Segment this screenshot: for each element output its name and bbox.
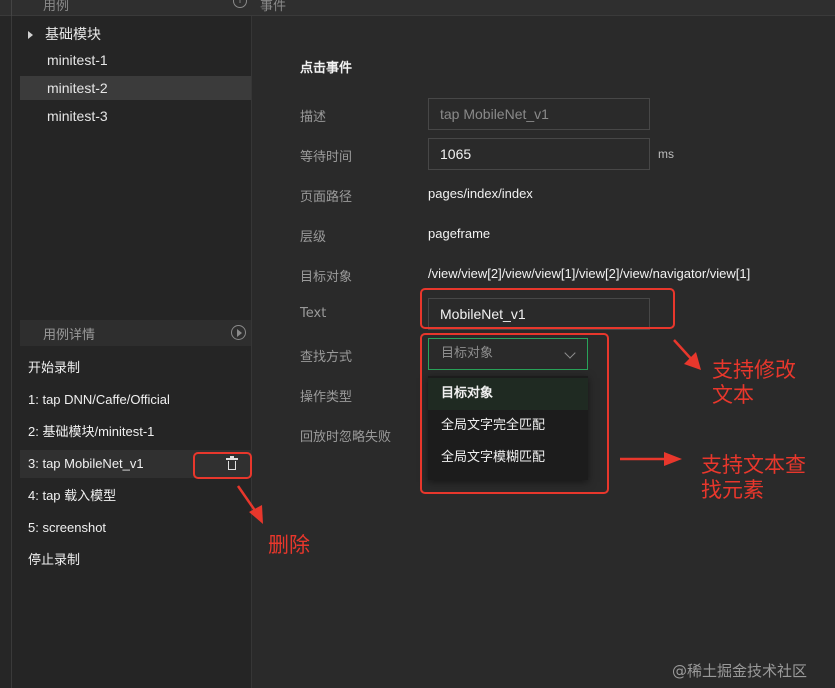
level-label: 层级: [300, 230, 327, 245]
tree-folder-label: 基础模块: [45, 26, 101, 42]
target-value: /view/view[2]/view/view[1]/view[2]/view/…: [428, 266, 751, 281]
click-event-title: 点击事件: [300, 61, 353, 76]
step-stop-recording[interactable]: 停止录制: [20, 546, 252, 574]
annotation-box-find: [420, 333, 609, 494]
top-header-bar: 用例 i 事件: [0, 0, 835, 16]
step-start-recording[interactable]: 开始录制: [20, 354, 252, 382]
tree-item-minitest-2[interactable]: minitest-2: [20, 76, 251, 100]
gutter-stub: [0, 0, 12, 16]
page-path-value: pages/index/index: [428, 186, 533, 201]
tree-item-minitest-1[interactable]: minitest-1: [20, 48, 251, 72]
cases-panel-title: 用例: [43, 0, 70, 14]
step-4[interactable]: 4: tap 载入模型: [20, 482, 252, 510]
note-find-text-line2: 找元素: [701, 478, 764, 502]
note-delete: 删除: [268, 533, 310, 557]
note-find-text-line1: 支持文本查: [701, 453, 806, 477]
ignore-failure-label: 回放时忽略失败: [300, 430, 392, 445]
find-method-label: 查找方式: [300, 350, 353, 365]
watermark: @稀土掘金技术社区: [672, 662, 808, 680]
wait-time-input[interactable]: 1065: [428, 138, 650, 170]
wait-time-label: 等待时间: [300, 150, 353, 165]
operation-type-label: 操作类型: [300, 390, 353, 405]
case-details-header: 用例详情: [20, 320, 251, 346]
page-path-label: 页面路径: [300, 190, 353, 205]
step-2[interactable]: 2: 基础模块/minitest-1: [20, 418, 252, 446]
left-gutter: [0, 16, 12, 688]
tree-folder-basic-module[interactable]: 基础模块: [28, 24, 101, 44]
annotation-box-text: [420, 288, 675, 329]
annotation-box-delete: [193, 452, 252, 479]
desc-input[interactable]: tap MobileNet_v1: [428, 98, 650, 130]
play-icon[interactable]: [231, 325, 246, 340]
caret-right-icon: [28, 31, 33, 40]
wait-time-unit: ms: [658, 147, 674, 161]
tree-item-minitest-3[interactable]: minitest-3: [20, 104, 251, 128]
note-edit-text-line2: 文本: [712, 383, 754, 407]
step-5[interactable]: 5: screenshot: [20, 514, 252, 542]
events-panel-title: 事件: [260, 0, 287, 14]
level-value: pageframe: [428, 226, 491, 241]
target-label: 目标对象: [300, 270, 353, 285]
text-label: Text: [300, 306, 327, 321]
case-details-title: 用例详情: [43, 328, 96, 343]
info-icon[interactable]: i: [233, 0, 247, 8]
note-edit-text-line1: 支持修改: [712, 358, 796, 382]
step-1[interactable]: 1: tap DNN/Caffe/Official: [20, 386, 252, 414]
desc-label: 描述: [300, 110, 327, 125]
